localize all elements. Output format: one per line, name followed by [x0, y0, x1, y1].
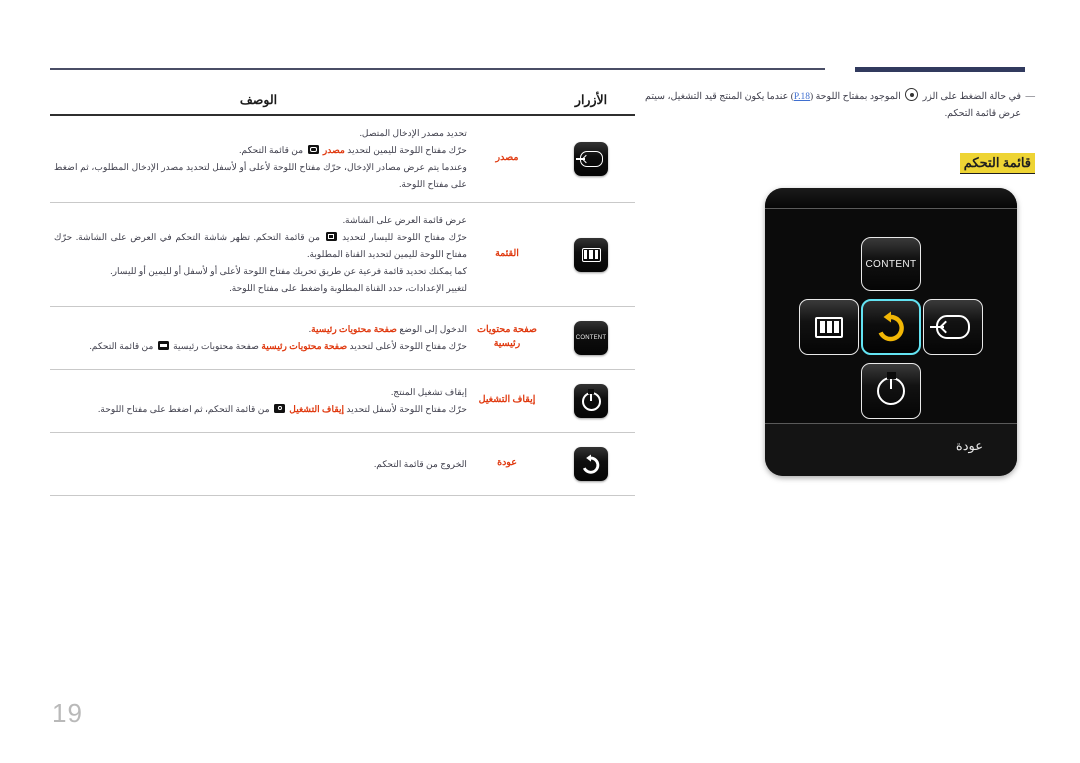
table-cell-label: القئمة — [495, 248, 519, 259]
return-arrow-icon — [874, 311, 908, 343]
panel-key-return[interactable] — [861, 299, 921, 355]
power-mini-icon — [273, 404, 285, 414]
panel-key-source[interactable] — [923, 299, 983, 355]
note-text-after-icon: الموجود بمفتاح اللوحة ( — [810, 92, 901, 102]
source-input-icon — [930, 315, 970, 339]
header-rule-left — [50, 68, 825, 70]
panel-key-power[interactable] — [861, 363, 921, 419]
menu-bars-icon — [574, 237, 608, 272]
header-rule-navy — [855, 67, 1025, 72]
desc-line: الدخول إلى الوضع صفحة محتويات رئيسية. — [308, 324, 467, 335]
panel-key-content[interactable]: CONTENT — [861, 237, 921, 291]
table-cell-icon — [547, 447, 635, 482]
content-key-label: CONTENT — [865, 258, 917, 270]
buttons-table: الأزرار الوصف مصدر تحديد مصدر الإدخال ال… — [50, 92, 635, 497]
table-cell-description: الخروج من قائمة التحكم. — [50, 456, 467, 473]
table-cell-label: مصدر — [495, 153, 519, 164]
table-cell-icon — [547, 237, 635, 272]
table-cell-icon — [547, 384, 635, 419]
note-dash: — — [1025, 92, 1036, 102]
desc-line: كما يمكنك تحديد قائمة فرعية عن طريق تحري… — [110, 266, 467, 277]
table-cell-description: عرض قائمة العرض على الشاشة. حرّك مفتاح ا… — [50, 212, 467, 297]
desc-line: عرض قائمة العرض على الشاشة. — [342, 215, 467, 226]
content-mini-icon — [157, 341, 169, 351]
table-cell-label: إيقاف التشغيل — [478, 395, 536, 406]
desc-line: الخروج من قائمة التحكم. — [373, 458, 467, 469]
content-key-icon: CONTENT — [574, 321, 608, 356]
panel-key-menu[interactable] — [799, 299, 859, 355]
control-menu-heading-text: قائمة التحكم — [959, 153, 1035, 175]
menu-mini-icon — [325, 232, 337, 242]
menu-bars-icon — [815, 316, 843, 338]
panel-footer-label: عودة — [955, 438, 983, 453]
power-icon — [574, 384, 608, 419]
table-cell-icon: CONTENT — [547, 321, 635, 356]
table-row: مصدر تحديد مصدر الإدخال المتصل. حرّك مفت… — [50, 116, 635, 204]
table-row: إيقاف التشغيل إيقاف تشغيل المنتج. حرّك م… — [50, 370, 635, 434]
panel-top-bezel — [765, 188, 1017, 209]
desc-line: وعندما يتم عرض مصادر الإدخال، حرّك مفتاح… — [54, 162, 467, 190]
desc-line: تحديد مصدر الإدخال المتصل. — [359, 128, 467, 138]
desc-line: حرّك مفتاح اللوحة لليسار لتحديد من قائمة… — [54, 232, 468, 260]
source-input-icon — [574, 142, 608, 177]
table-row: CONTENT صفحة محتويات رئيسية الدخول إلى ال… — [50, 307, 635, 371]
note-text-before: في حالة الضغط على الزر — [922, 92, 1022, 102]
desc-line: إيقاف تشغيل المنتج. — [390, 387, 467, 398]
table-header-buttons: الأزرار — [574, 93, 608, 107]
panel-footer: عودة — [765, 423, 1017, 476]
right-column: — في حالة الضغط على الزر الموجود بمفتاح … — [645, 88, 1035, 175]
control-menu-heading: قائمة التحكم — [645, 153, 1035, 175]
control-panel-graphic: CONTENT عودة — [765, 188, 1017, 476]
desc-line: لتغيير الإعدادات، حدد القناة المطلوبة وا… — [229, 283, 467, 294]
table-cell-label: عودة — [497, 458, 517, 469]
manual-page: — في حالة الضغط على الزر الموجود بمفتاح … — [0, 0, 1080, 763]
panel-key-area: CONTENT — [765, 209, 1017, 424]
control-menu-note: — في حالة الضغط على الزر الموجود بمفتاح … — [645, 88, 1035, 122]
desc-line: حرّك مفتاح اللوحة لليمين لتحديد مصدر من … — [239, 145, 467, 156]
table-cell-description: تحديد مصدر الإدخال المتصل. حرّك مفتاح ال… — [50, 125, 467, 193]
page-number: 19 — [52, 698, 83, 728]
desc-line: حرّك مفتاح اللوحة لأعلى لتحديد صفحة محتو… — [89, 341, 467, 352]
table-header-row: الأزرار الوصف — [50, 92, 635, 114]
return-arrow-icon — [574, 447, 608, 482]
table-cell-description: الدخول إلى الوضع صفحة محتويات رئيسية. حر… — [50, 321, 467, 355]
table-cell-description: إيقاف تشغيل المنتج. حرّك مفتاح اللوحة لأ… — [50, 384, 467, 418]
table-row: عودة الخروج من قائمة التحكم. — [50, 433, 635, 497]
table-cell-icon — [547, 142, 635, 177]
table-cell-label: صفحة محتويات رئيسية — [477, 325, 537, 350]
table-header-description: الوصف — [239, 93, 278, 107]
circle-dot-icon — [905, 88, 919, 101]
power-icon — [877, 372, 905, 405]
source-mini-icon — [307, 145, 319, 155]
desc-line: حرّك مفتاح اللوحة لأسفل لتحديد إيقاف الت… — [97, 404, 467, 415]
table-row: القئمة عرض قائمة العرض على الشاشة. حرّك … — [50, 203, 635, 308]
page-reference-link[interactable]: P.18 — [794, 92, 810, 102]
